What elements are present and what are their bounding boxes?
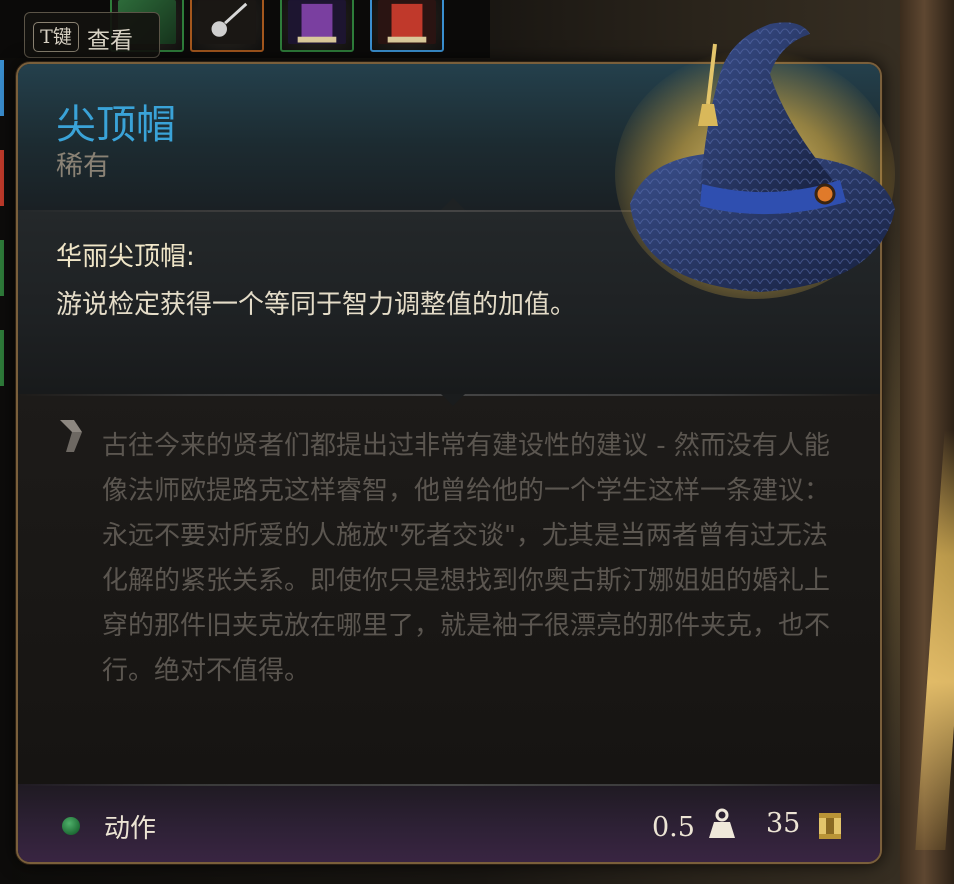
inventory-slot[interactable] bbox=[280, 0, 354, 52]
hotkey-hint: T键 查看 bbox=[24, 12, 160, 58]
item-name: 尖顶帽 bbox=[56, 102, 176, 148]
action-type-label: 动作 bbox=[104, 814, 157, 844]
quill-icon bbox=[60, 420, 82, 452]
edge-mark bbox=[0, 60, 4, 116]
divider-notch bbox=[441, 198, 465, 210]
pointed-hat-icon bbox=[615, 22, 895, 299]
edge-mark bbox=[0, 150, 4, 206]
effect-title: 华丽尖顶帽: bbox=[56, 242, 195, 272]
inventory-slot[interactable] bbox=[190, 0, 264, 52]
lore-text: 古往今来的贤者们都提出过非常有建设性的建议 - 然而没有人能像法师欧提路克这样睿… bbox=[102, 431, 831, 686]
hotkey-label: 查看 bbox=[87, 28, 133, 54]
hotkey-key: T键 bbox=[33, 22, 79, 52]
item-weight: 0.5 bbox=[652, 812, 695, 843]
gold-coin-icon bbox=[819, 813, 841, 839]
weight-icon bbox=[709, 808, 735, 838]
scroll-icon bbox=[378, 0, 436, 45]
flail-icon bbox=[198, 0, 256, 45]
divider bbox=[18, 784, 880, 786]
left-edge-panel bbox=[0, 60, 12, 880]
item-price: 35 bbox=[766, 808, 801, 839]
divider-notch bbox=[441, 394, 465, 406]
action-type-icon bbox=[62, 817, 80, 835]
edge-mark bbox=[0, 330, 4, 386]
effect-description: 游说检定获得一个等同于智力调整值的加值。 bbox=[56, 290, 577, 320]
inventory-slot[interactable] bbox=[370, 0, 444, 52]
item-rarity: 稀有 bbox=[56, 151, 110, 182]
scroll-icon bbox=[288, 0, 346, 45]
edge-mark bbox=[0, 240, 4, 296]
